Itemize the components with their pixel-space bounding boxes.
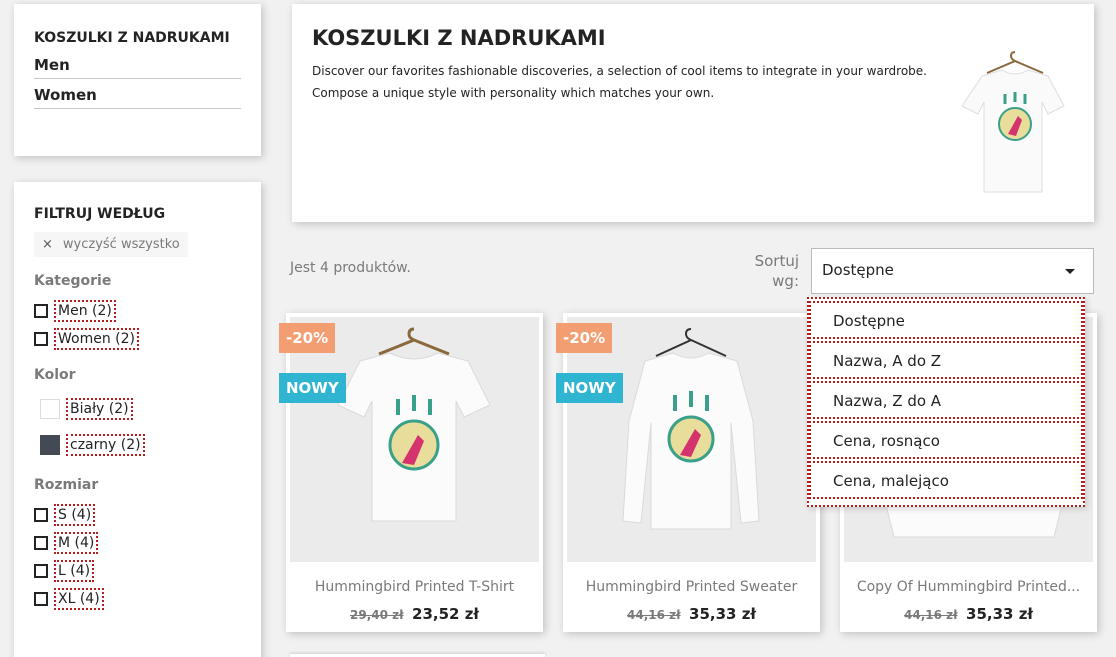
- facet-label[interactable]: S (4): [54, 504, 96, 526]
- products-count: Jest 4 produktów.: [290, 260, 411, 276]
- product-name[interactable]: Copy Of Hummingbird Printed...: [840, 579, 1097, 595]
- checkbox[interactable]: [34, 304, 48, 318]
- price: 35,33 zł: [966, 605, 1033, 623]
- sort-dropdown[interactable]: Dostępne: [811, 248, 1094, 294]
- facet-label[interactable]: Men (2): [54, 300, 116, 322]
- regular-price: 29,40 zł: [350, 608, 404, 622]
- category-link-men[interactable]: Men: [34, 54, 241, 79]
- product-prices: 44,16 zł 35,33 zł: [840, 605, 1097, 623]
- caret-down-icon: [1065, 269, 1075, 274]
- sort-option-available[interactable]: Dostępne: [809, 301, 1083, 339]
- facet-item-men[interactable]: Men (2): [34, 297, 241, 325]
- facet-item-black[interactable]: czarny (2): [34, 427, 241, 463]
- facet-label[interactable]: Women (2): [54, 328, 139, 350]
- sort-option-price-asc[interactable]: Cena, rosnąco: [809, 421, 1083, 459]
- regular-price: 44,16 zł: [627, 608, 681, 622]
- category-link-women[interactable]: Women: [34, 84, 241, 109]
- color-swatch-black[interactable]: [40, 435, 60, 455]
- facet-item-size-s[interactable]: S (4): [34, 501, 241, 529]
- product-card[interactable]: -20% NOWY Hummingbird Printed Sweater 44…: [556, 313, 820, 632]
- facet-item-size-xl[interactable]: XL (4): [34, 585, 241, 613]
- facet-title-color: Kolor: [34, 367, 76, 383]
- product-prices: 29,40 zł 23,52 zł: [286, 605, 543, 623]
- sort-label: Sortuj wg:: [754, 252, 799, 290]
- product-prices: 44,16 zł 35,33 zł: [563, 605, 820, 623]
- tshirt-image: [337, 327, 491, 522]
- product-name[interactable]: Hummingbird Printed Sweater: [563, 579, 820, 595]
- sweater-image: [622, 328, 760, 530]
- price: 35,33 zł: [689, 605, 756, 623]
- new-badge: NOWY: [556, 373, 623, 403]
- product-thumbnail[interactable]: [290, 317, 539, 562]
- facet-item-size-m[interactable]: M (4): [34, 529, 241, 557]
- sort-option-name-desc[interactable]: Nazwa, Z do A: [809, 381, 1083, 419]
- checkbox[interactable]: [34, 508, 48, 522]
- checkbox[interactable]: [34, 592, 48, 606]
- product-name[interactable]: Hummingbird Printed T-Shirt: [286, 579, 543, 595]
- regular-price: 44,16 zł: [904, 608, 958, 622]
- facets-block: FILTRUJ WEDŁUG × wyczyść wszystko Kategor…: [14, 182, 261, 657]
- sort-selected-value: Dostępne: [822, 261, 894, 279]
- facet-label[interactable]: L (4): [54, 560, 95, 582]
- product-thumbnail[interactable]: [567, 317, 816, 562]
- sort-option-price-desc[interactable]: Cena, malejąco: [809, 461, 1083, 499]
- facet-item-size-l[interactable]: L (4): [34, 557, 241, 585]
- clear-all-button[interactable]: × wyczyść wszystko: [34, 232, 188, 257]
- product-card[interactable]: -20% NOWY Hummingbird Printed T-Shirt 29…: [279, 313, 543, 632]
- facet-label[interactable]: XL (4): [54, 588, 104, 610]
- facet-label[interactable]: Biały (2): [66, 398, 133, 420]
- clear-all-label: wyczyść wszystko: [62, 237, 180, 252]
- category-tree-title: KOSZULKI Z NADRUKAMI: [34, 30, 230, 46]
- facet-item-white[interactable]: Biały (2): [34, 391, 241, 427]
- checkbox[interactable]: [34, 564, 48, 578]
- color-swatch-white[interactable]: [40, 399, 60, 419]
- sort-menu: Dostępne Nazwa, A do Z Nazwa, Z do A Cen…: [807, 297, 1085, 507]
- facet-item-women[interactable]: Women (2): [34, 325, 241, 353]
- checkbox[interactable]: [34, 332, 48, 346]
- facet-label[interactable]: czarny (2): [66, 434, 145, 456]
- category-image: [961, 51, 1065, 193]
- discount-badge: -20%: [279, 323, 336, 353]
- close-icon: ×: [42, 237, 53, 252]
- price: 23,52 zł: [412, 605, 479, 623]
- facet-label[interactable]: M (4): [54, 532, 99, 554]
- facet-title-size: Rozmiar: [34, 477, 99, 493]
- facet-title-category: Kategorie: [34, 273, 112, 289]
- new-badge: NOWY: [279, 373, 346, 403]
- facets-title: FILTRUJ WEDŁUG: [34, 206, 166, 222]
- category-tree-block: KOSZULKI Z NADRUKAMI Men Women: [14, 4, 261, 156]
- checkbox[interactable]: [34, 536, 48, 550]
- category-description: Discover our favorites fashionable disco…: [312, 64, 927, 100]
- sort-option-name-asc[interactable]: Nazwa, A do Z: [809, 341, 1083, 379]
- category-header: KOSZULKI Z NADRUKAMI Discover our favori…: [292, 4, 1094, 222]
- discount-badge: -20%: [556, 323, 613, 353]
